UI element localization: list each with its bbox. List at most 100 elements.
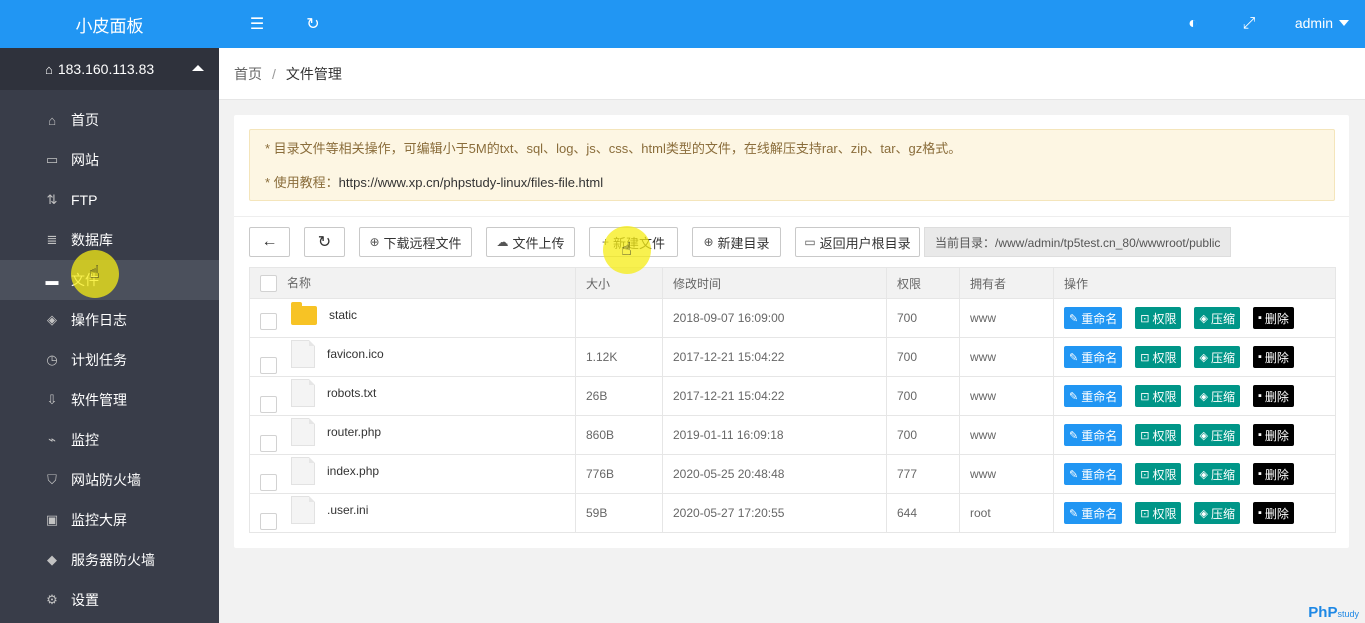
table-row[interactable]: static 2018-09-07 16:09:00 700 www ✎ 重命名 ⊡ 权限 ◈ 压… <box>249 298 1336 338</box>
sidebar-item-label: 操作日志 <box>71 312 127 328</box>
table-row[interactable]: router.php 860B 2019-01-11 16:09:18 700 www ✎… <box>249 415 1336 455</box>
home-dir-button[interactable]: ▭ 返回用户根目录 <box>795 227 920 257</box>
sidebar-item-ftp[interactable]: ⇅ FTP <box>0 180 219 220</box>
table-row[interactable]: robots.txt 26B 2017-12-21 15:04:22 700 www ✎ 重… <box>249 376 1336 416</box>
delete-button[interactable]: ▪ 删除 <box>1252 385 1294 407</box>
permission-button[interactable]: ⊡ 权限 <box>1135 463 1182 485</box>
layers-icon: ◈ <box>47 312 57 327</box>
compress-button[interactable]: ◈ 压缩 <box>1194 502 1240 524</box>
compress-button[interactable]: ◈ 压缩 <box>1194 424 1240 446</box>
rename-button[interactable]: ✎ 重命名 <box>1064 307 1123 329</box>
sidebar-item-label: 数据库 <box>71 232 113 248</box>
cell-perm: 644 <box>886 493 960 533</box>
delete-button[interactable]: ▪ 删除 <box>1252 307 1294 329</box>
sidebar-item-cron[interactable]: ◷ 计划任务 <box>0 340 219 380</box>
file-name: router.php <box>327 425 382 440</box>
permission-button[interactable]: ⊡ 权限 <box>1135 424 1182 446</box>
cloud-upload-icon: ☁ <box>496 235 509 249</box>
permission-button[interactable]: ⊡ 权限 <box>1135 307 1182 329</box>
sidebar-item-waf[interactable]: ⛉ 网站防火墙 <box>0 460 219 500</box>
sidebar-item-software[interactable]: ⇩ 软件管理 <box>0 380 219 420</box>
rename-button[interactable]: ✎ 重命名 <box>1064 502 1123 524</box>
file-name-wrap[interactable]: index.php <box>291 457 379 486</box>
user-menu[interactable]: admin <box>1295 15 1349 31</box>
compress-button[interactable]: ◈ 压缩 <box>1194 346 1240 368</box>
button-label: 重命名 <box>1081 389 1118 404</box>
permission-button[interactable]: ⊡ 权限 <box>1135 502 1182 524</box>
compress-button[interactable]: ◈ 压缩 <box>1194 385 1240 407</box>
button-label: 权限 <box>1152 428 1177 443</box>
download-circle-icon: ⊕ <box>369 235 380 249</box>
button-label: 压缩 <box>1210 389 1235 404</box>
table-header-row: 名称 大小 修改时间 权限 拥有者 操作 <box>249 267 1336 299</box>
menu-toggle-icon[interactable]: ☰ <box>247 14 267 34</box>
row-checkbox[interactable] <box>260 395 277 413</box>
cell-owner: www <box>959 298 1054 338</box>
header-name-label: 名称 <box>287 275 312 290</box>
file-name-wrap[interactable]: favicon.ico <box>291 340 384 369</box>
sidebar-item-dashboard[interactable]: ▣ 监控大屏 <box>0 500 219 540</box>
fullscreen-icon[interactable]: ⤢ <box>1239 14 1259 34</box>
server-selector[interactable]: ⌂ 183.160.113.83 <box>0 48 219 90</box>
delete-button[interactable]: ▪ 删除 <box>1252 346 1294 368</box>
layers-icon: ◈ <box>1199 429 1208 442</box>
lock-icon: ⊡ <box>1140 507 1150 520</box>
upload-button[interactable]: ☁ 文件上传 <box>486 227 575 257</box>
permission-button[interactable]: ⊡ 权限 <box>1135 385 1182 407</box>
breadcrumb-home[interactable]: 首页 <box>234 64 262 84</box>
sidebar-item-server-firewall[interactable]: ◆ 服务器防火墙 <box>0 540 219 580</box>
compress-button[interactable]: ◈ 压缩 <box>1194 463 1240 485</box>
delete-button[interactable]: ▪ 删除 <box>1252 502 1294 524</box>
tutorial-link[interactable]: https://www.xp.cn/phpstudy-linux/files-f… <box>339 175 603 190</box>
rename-button[interactable]: ✎ 重命名 <box>1064 463 1123 485</box>
file-manager-card: * 目录文件等相关操作，可编辑小于5M的txt、sql、log、js、css、h… <box>234 115 1349 548</box>
rename-button[interactable]: ✎ 重命名 <box>1064 346 1123 368</box>
row-checkbox[interactable] <box>260 473 277 491</box>
table-row[interactable]: .user.ini 59B 2020-05-27 17:20:55 644 root ✎ 重… <box>249 493 1336 533</box>
table-row[interactable]: favicon.ico 1.12K 2017-12-21 15:04:22 700 ww… <box>249 337 1336 377</box>
sidebar-item-website[interactable]: ▭ 网站 <box>0 140 219 180</box>
compress-button[interactable]: ◈ 压缩 <box>1194 307 1240 329</box>
sidebar-item-label: 网站 <box>71 152 99 168</box>
delete-button[interactable]: ▪ 删除 <box>1252 463 1294 485</box>
caret-up-icon <box>192 65 204 71</box>
pencil-icon: ✎ <box>1069 351 1079 364</box>
back-button[interactable]: ← <box>249 227 290 257</box>
file-name-wrap[interactable]: static <box>291 301 357 325</box>
row-checkbox[interactable] <box>260 434 277 452</box>
lock-icon: ⊡ <box>1140 351 1150 364</box>
hand-cursor-icon: ☝ <box>89 262 100 282</box>
rename-button[interactable]: ✎ 重命名 <box>1064 424 1123 446</box>
sidebar-item-home[interactable]: ⌂ 首页 <box>0 100 219 140</box>
row-checkbox[interactable] <box>260 313 277 331</box>
trash-icon: ▪ <box>1257 351 1262 363</box>
permission-button[interactable]: ⊡ 权限 <box>1135 346 1182 368</box>
file-name-wrap[interactable]: router.php <box>291 418 382 447</box>
theme-icon[interactable]: ◐ <box>1183 14 1203 34</box>
button-label: 重命名 <box>1081 311 1118 326</box>
notice-line: * 目录文件等相关操作，可编辑小于5M的txt、sql、log、js、css、h… <box>265 141 962 156</box>
refresh-icon[interactable]: ↻ <box>303 14 323 34</box>
layers-icon: ◈ <box>1199 351 1208 364</box>
row-checkbox[interactable] <box>260 512 277 530</box>
cell-actions: ✎ 重命名 ⊡ 权限 ◈ 压缩 ▪ 删除 <box>1053 337 1336 377</box>
sidebar-item-settings[interactable]: ⚙ 设置 <box>0 580 219 620</box>
top-header: ☰ ↻ ◐ ⤢ admin <box>219 0 1365 48</box>
row-checkbox[interactable] <box>260 356 277 374</box>
sidebar-item-oplog[interactable]: ◈ 操作日志 <box>0 300 219 340</box>
select-all-checkbox[interactable] <box>260 275 277 293</box>
file-table: 名称 大小 修改时间 权限 拥有者 操作 static 2018-09-07 16… <box>249 267 1336 533</box>
file-name: favicon.ico <box>327 347 384 362</box>
breadcrumb-current: 文件管理 <box>285 65 342 82</box>
table-row[interactable]: index.php 776B 2020-05-25 20:48:48 777 www ✎ 重… <box>249 454 1336 494</box>
clock-icon: ◷ <box>46 352 58 367</box>
download-remote-button[interactable]: ⊕ 下载远程文件 <box>359 227 472 257</box>
rename-button[interactable]: ✎ 重命名 <box>1064 385 1123 407</box>
file-name-wrap[interactable]: .user.ini <box>291 496 368 525</box>
sidebar-item-monitor[interactable]: ⌁ 监控 <box>0 420 219 460</box>
layers-icon: ◈ <box>1199 507 1208 520</box>
refresh-button[interactable]: ↻ <box>304 227 345 257</box>
new-dir-button[interactable]: ⊕ 新建目录 <box>692 227 781 257</box>
file-name-wrap[interactable]: robots.txt <box>291 379 376 408</box>
delete-button[interactable]: ▪ 删除 <box>1252 424 1294 446</box>
